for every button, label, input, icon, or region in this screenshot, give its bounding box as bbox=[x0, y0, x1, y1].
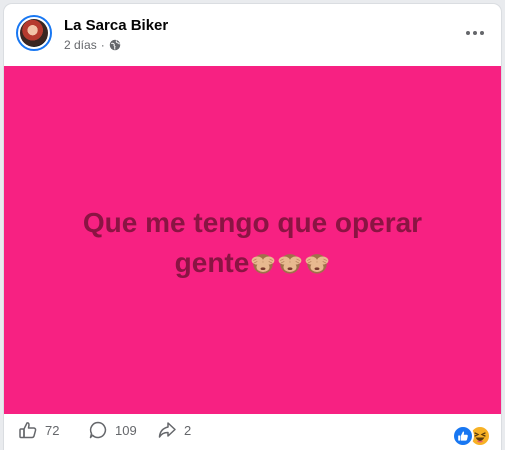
avatar[interactable] bbox=[16, 15, 52, 51]
more-dot-icon bbox=[480, 31, 484, 35]
more-options-button[interactable] bbox=[463, 21, 487, 45]
post-text-block: Que me tengo que operar gente bbox=[43, 203, 463, 283]
avatar-image bbox=[20, 19, 48, 47]
post-background[interactable]: Que me tengo que operar gente bbox=[4, 66, 501, 414]
post-actions-bar: 72 109 2 bbox=[4, 414, 501, 450]
more-dot-icon bbox=[466, 31, 470, 35]
meta-separator: · bbox=[100, 38, 105, 52]
like-count: 72 bbox=[45, 422, 60, 438]
post-time[interactable]: 2 días bbox=[64, 37, 97, 53]
like-button[interactable]: 72 bbox=[18, 420, 59, 440]
see-no-evil-monkey-icon bbox=[305, 254, 329, 274]
author-name[interactable]: La Sarca Biker bbox=[64, 16, 168, 36]
more-dot-icon bbox=[473, 31, 477, 35]
share-button[interactable]: 2 bbox=[157, 420, 191, 440]
comment-icon bbox=[89, 421, 107, 439]
thumbs-up-icon bbox=[19, 422, 37, 439]
comment-count: 109 bbox=[115, 422, 137, 438]
share-count: 2 bbox=[184, 422, 192, 438]
see-no-evil-monkey-icon bbox=[278, 254, 302, 274]
post-card: La Sarca Biker 2 días · Que me tengo que… bbox=[4, 4, 501, 450]
like-reaction-icon bbox=[452, 425, 474, 447]
globe-icon[interactable] bbox=[109, 39, 121, 51]
share-icon bbox=[158, 422, 176, 438]
post-meta: 2 días · bbox=[64, 37, 121, 53]
see-no-evil-monkey-icon bbox=[251, 254, 275, 274]
post-header: La Sarca Biker 2 días · bbox=[4, 4, 501, 66]
emoji-group bbox=[249, 247, 330, 278]
comment-button[interactable]: 109 bbox=[88, 420, 137, 440]
reactions-summary[interactable] bbox=[452, 425, 491, 447]
